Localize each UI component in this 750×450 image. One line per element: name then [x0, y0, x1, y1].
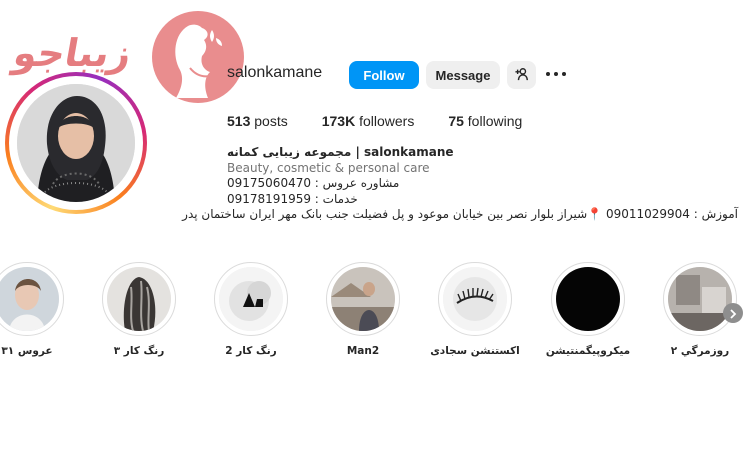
highlight-label: رنگ کار ۳: [113, 345, 165, 357]
highlight-cover: [331, 267, 395, 331]
chevron-right-icon: [728, 304, 738, 323]
highlight-label: رنگ کار 2: [225, 345, 277, 357]
highlight-cover: [0, 267, 59, 331]
bio-category: Beauty, cosmetic & personal care: [227, 160, 430, 175]
suggest-accounts-button[interactable]: [507, 61, 536, 89]
highlight-item[interactable]: میکروپیگمنتیشن: [543, 262, 633, 357]
highlight-cover: [443, 267, 507, 331]
message-button[interactable]: Message: [426, 61, 500, 89]
bio-name: مجموعه زیبایی کمانه | salonkamane: [227, 145, 454, 159]
highlight-label: میکروپیگمنتیشن: [545, 345, 631, 357]
following-stat[interactable]: 75 following: [448, 113, 522, 129]
highlight-label: عروس ۳۱: [1, 345, 53, 357]
highlight-item[interactable]: عروس ۳۱: [0, 262, 72, 357]
bio-line-1: مشاوره عروس : 09175060470: [227, 176, 400, 190]
profile-avatar[interactable]: [5, 72, 147, 214]
avatar-photo: [17, 84, 135, 202]
bio-address: آموزش : 09011029904 📍شیراز بلوار نصر بین…: [182, 207, 738, 221]
highlight-item[interactable]: Man2: [318, 262, 408, 357]
highlight-label: Man2: [346, 345, 380, 357]
profile-bio: مجموعه زیبایی کمانه | salonkamane Beauty…: [182, 145, 738, 221]
follow-button[interactable]: Follow: [349, 61, 419, 89]
highlight-cover: [107, 267, 171, 331]
more-options-button[interactable]: [546, 67, 568, 81]
highlight-label: روزمرگي ۲: [670, 345, 730, 357]
highlight-item[interactable]: اکستنشن سجادی: [430, 262, 520, 357]
watermark-logo: [150, 8, 246, 106]
highlight-item[interactable]: رنگ کار 2: [206, 262, 296, 357]
highlight-cover: [668, 267, 732, 331]
highlight-cover: [556, 267, 620, 331]
more-horizontal-icon: [546, 72, 550, 76]
highlights-next-button[interactable]: [723, 303, 743, 323]
posts-stat[interactable]: 513 posts: [227, 113, 288, 129]
bio-line-2: خدمات : 09178191959: [227, 191, 358, 206]
highlight-label: اکستنشن سجادی: [430, 345, 520, 357]
profile-username: salonkamane: [227, 64, 323, 81]
highlight-item[interactable]: رنگ کار ۳: [94, 262, 184, 357]
highlight-cover: [219, 267, 283, 331]
watermark-text: زیباجو: [10, 31, 136, 75]
profile-stats: 513 posts 173K followers 75 following: [227, 113, 556, 129]
person-plus-icon: [514, 67, 529, 84]
followers-stat[interactable]: 173K followers: [322, 113, 415, 129]
